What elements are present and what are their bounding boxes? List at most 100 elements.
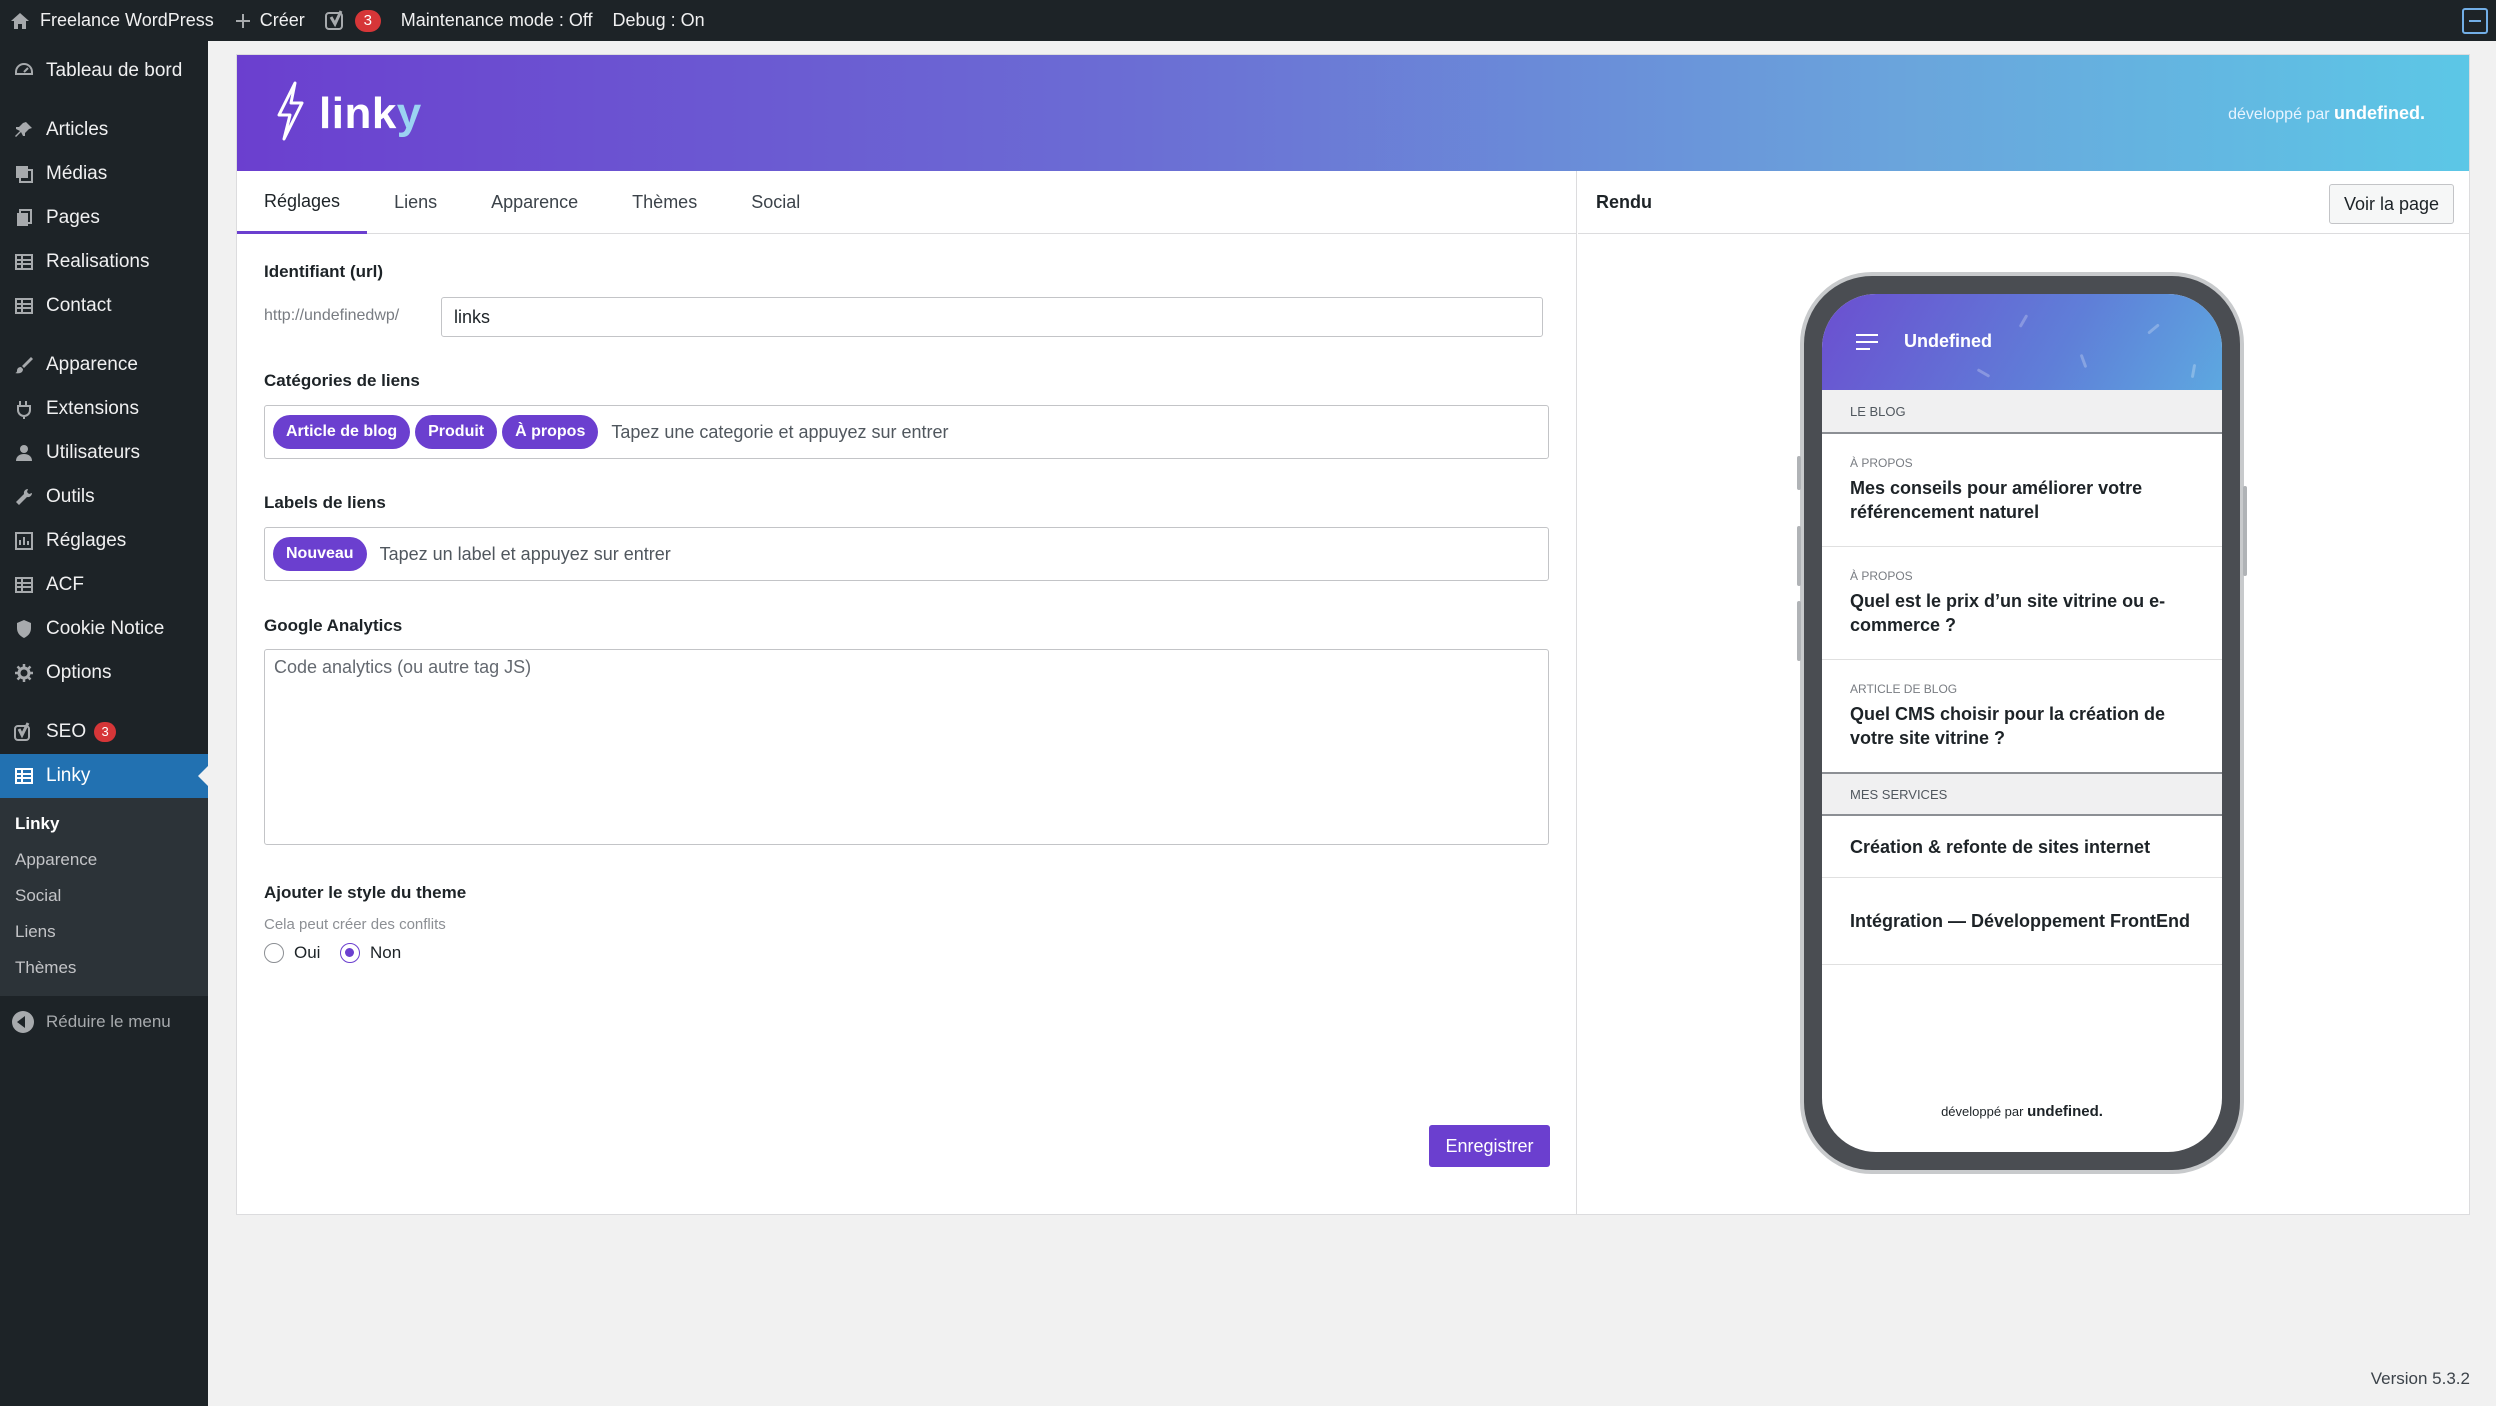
sidebar-item-outils[interactable]: Outils	[0, 475, 208, 519]
submenu-item-liens[interactable]: Liens	[0, 914, 208, 950]
sidebar-item-label: Options	[46, 662, 112, 683]
logo-text-accent: y	[396, 88, 422, 138]
categories-tag-input[interactable]: Article de blog Produit À propos Tapez u…	[264, 405, 1549, 459]
brush-icon	[12, 353, 36, 377]
linky-header: linky développé par undefined.	[237, 55, 2469, 171]
plugin-icon	[12, 397, 36, 421]
table-icon	[12, 294, 36, 318]
sidebar-item-acf[interactable]: ACF	[0, 563, 208, 607]
post-category: ARTICLE DE BLOG	[1850, 682, 1958, 696]
media-icon	[12, 162, 36, 186]
phone-service-item[interactable]: Création & refonte de sites internet	[1822, 816, 2222, 878]
phone-section-services: MES SERVICES	[1822, 772, 2222, 816]
category-chip[interactable]: Article de blog	[273, 415, 411, 449]
sidebar-item-apparence[interactable]: Apparence	[0, 343, 208, 387]
sidebar-item-extensions[interactable]: Extensions	[0, 387, 208, 431]
table-icon	[12, 573, 36, 597]
lightning-icon	[273, 81, 307, 146]
tab-reglages[interactable]: Réglages	[237, 171, 368, 234]
submenu-item-apparence[interactable]: Apparence	[0, 842, 208, 878]
tab-liens[interactable]: Liens	[367, 171, 464, 234]
sidebar-item-label: Tableau de bord	[46, 60, 183, 81]
pages-icon	[12, 206, 36, 230]
identifier-input[interactable]: links	[441, 297, 1543, 337]
sidebar-item-medias[interactable]: Médias	[0, 152, 208, 196]
identifier-label: Identifiant (url)	[264, 262, 383, 281]
sidebar-item-articles[interactable]: Articles	[0, 108, 208, 152]
sidebar-item-cookie-notice[interactable]: Cookie Notice	[0, 607, 208, 651]
post-category: À PROPOS	[1850, 569, 1913, 583]
sidebar-item-reglages[interactable]: Réglages	[0, 519, 208, 563]
maintenance-mode-toggle[interactable]: Maintenance mode : Off	[391, 0, 603, 41]
radio-button[interactable]	[340, 943, 360, 963]
dashboard-icon	[12, 59, 36, 83]
phone-service-item[interactable]: Intégration — Développement FrontEnd	[1822, 878, 2222, 965]
preview-title: Rendu	[1596, 192, 1652, 212]
sidebar-item-pages[interactable]: Pages	[0, 196, 208, 240]
phone-section-blog: LE BLOG	[1822, 390, 2222, 434]
labels-tag-input[interactable]: Nouveau Tapez un label et appuyez sur en…	[264, 527, 1549, 581]
submenu-item-themes[interactable]: Thèmes	[0, 950, 208, 986]
yoast-menu[interactable]: 3	[315, 0, 391, 41]
sidebar-item-dashboard[interactable]: Tableau de bord	[0, 49, 208, 93]
sidebar-item-label: Extensions	[46, 398, 139, 419]
categories-label: Catégories de liens	[264, 371, 420, 390]
post-title: Mes conseils pour améliorer votre référe…	[1850, 478, 2143, 522]
submenu-item-social[interactable]: Social	[0, 878, 208, 914]
tab-apparence[interactable]: Apparence	[464, 171, 605, 234]
theme-style-label: Ajouter le style du theme	[264, 883, 467, 902]
yoast-count-badge: 3	[354, 9, 381, 32]
debug-label: Debug : On	[612, 10, 705, 30]
categories-placeholder[interactable]: Tapez une categorie et appuyez sur entre…	[611, 422, 948, 443]
phone-footer-prefix: développé par	[1941, 1104, 2024, 1119]
analytics-label: Google Analytics	[264, 616, 403, 635]
pin-icon	[12, 118, 36, 142]
site-name-link[interactable]: Freelance WordPress	[0, 0, 224, 41]
new-content-link[interactable]: Créer	[224, 0, 315, 41]
yoast-icon	[324, 9, 347, 32]
settings-tabs: Réglages Liens Apparence Thèmes Social	[237, 171, 1576, 234]
phone-post-card[interactable]: À PROPOS Quel est le prix d’un site vitr…	[1822, 547, 2222, 660]
url-prefix: http://undefinedwp/	[264, 307, 400, 324]
sidebar-item-contact[interactable]: Contact	[0, 284, 208, 328]
radio-label: Non	[370, 943, 402, 962]
analytics-textarea[interactable]: Code analytics (ou autre tag JS)	[264, 649, 1549, 845]
submenu-item-linky[interactable]: Linky	[0, 806, 208, 842]
post-title: Quel CMS choisir pour la création de vot…	[1850, 704, 2166, 748]
category-chip[interactable]: Produit	[415, 415, 498, 449]
phone-post-card[interactable]: À PROPOS Mes conseils pour améliorer vot…	[1822, 434, 2222, 547]
logo-text: link	[319, 88, 397, 138]
radio-button[interactable]	[264, 943, 284, 963]
admin-sidebar: Tableau de bord Articles Médias Pages Re…	[0, 41, 208, 1406]
view-page-button[interactable]: Voir la page	[2329, 184, 2454, 224]
phone-post-card[interactable]: ARTICLE DE BLOG Quel CMS choisir pour la…	[1822, 660, 2222, 772]
sidebar-item-seo[interactable]: SEO 3	[0, 710, 208, 754]
home-icon	[10, 11, 30, 31]
sidebar-item-label: SEO	[46, 721, 87, 742]
sidebar-item-label: ACF	[46, 574, 84, 595]
debug-toggle[interactable]: Debug : On	[603, 0, 715, 41]
tab-social[interactable]: Social	[724, 171, 827, 234]
table-icon	[12, 764, 36, 788]
radio-oui[interactable]: Oui	[264, 943, 320, 963]
wp-version: Version 5.3.2	[2370, 1369, 2470, 1388]
radio-non[interactable]: Non	[340, 943, 401, 963]
wrench-icon	[12, 485, 36, 509]
labels-placeholder[interactable]: Tapez un label et appuyez sur entrer	[380, 544, 671, 565]
category-chip[interactable]: À propos	[502, 415, 599, 449]
preview-header: Rendu Voir la page	[1578, 171, 2469, 234]
label-chip[interactable]: Nouveau	[273, 537, 367, 571]
sidebar-item-label: Linky	[46, 765, 91, 786]
sidebar-item-realisations[interactable]: Realisations	[0, 240, 208, 284]
collapse-menu-button[interactable]: Réduire le menu	[0, 1000, 208, 1044]
screen-options-icon[interactable]	[2462, 8, 2488, 34]
save-button[interactable]: Enregistrer	[1429, 1125, 1550, 1167]
sidebar-item-utilisateurs[interactable]: Utilisateurs	[0, 431, 208, 475]
labels-label: Labels de liens	[264, 493, 386, 512]
site-name: Freelance WordPress	[40, 10, 214, 30]
seo-count-badge: 3	[94, 722, 117, 742]
tab-themes[interactable]: Thèmes	[605, 171, 724, 234]
hamburger-icon[interactable]	[1856, 334, 1878, 355]
sidebar-item-linky[interactable]: Linky	[0, 754, 208, 798]
sidebar-item-options[interactable]: Options	[0, 651, 208, 695]
